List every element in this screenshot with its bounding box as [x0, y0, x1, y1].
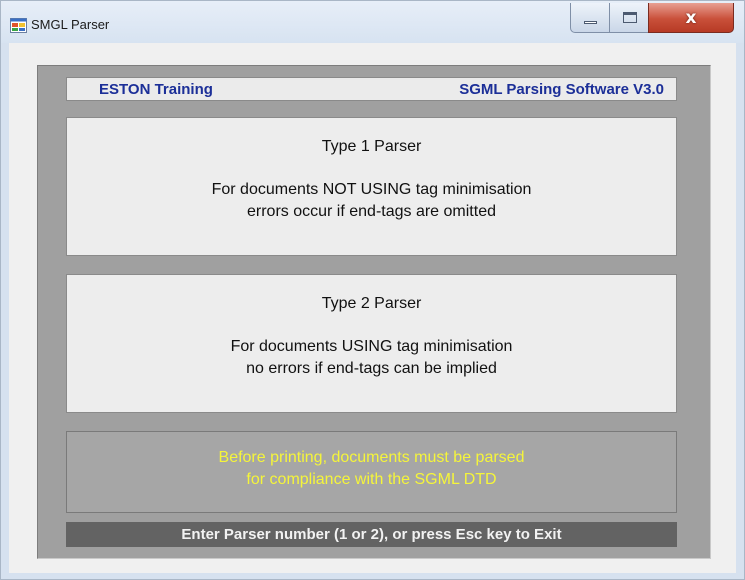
header-bar: ESTON Training SGML Parsing Software V3.… — [66, 77, 677, 101]
main-panel: ESTON Training SGML Parsing Software V3.… — [37, 65, 711, 559]
close-button[interactable]: x — [648, 3, 734, 33]
software-version: SGML Parsing Software V3.0 — [459, 81, 664, 98]
minimize-button[interactable] — [570, 3, 610, 33]
company-name: ESTON Training — [99, 81, 213, 98]
parser-description: errors occur if end-tags are omitted — [247, 203, 496, 220]
maximize-icon — [623, 12, 637, 23]
close-icon: x — [685, 8, 697, 28]
notice-line: for compliance with the SGML DTD — [246, 471, 497, 488]
parser-title: Type 1 Parser — [321, 138, 422, 155]
parser-description: For documents USING tag minimisation — [230, 338, 513, 355]
parser-option-type-2: Type 2 Parser For documents USING tag mi… — [66, 274, 677, 413]
app-window-icon — [10, 18, 27, 33]
compliance-notice: Before printing, documents must be parse… — [66, 431, 677, 513]
client-area: ESTON Training SGML Parsing Software V3.… — [9, 43, 736, 573]
window-frame-bottom — [1, 573, 744, 579]
notice-line: Before printing, documents must be parse… — [218, 449, 525, 466]
minimize-icon — [584, 21, 597, 24]
maximize-button[interactable] — [609, 3, 649, 33]
parser-title: Type 2 Parser — [321, 295, 422, 312]
window-frame-left — [1, 43, 9, 573]
parser-description: no errors if end-tags can be implied — [246, 360, 497, 377]
title-bar[interactable]: SMGL Parser x — [1, 1, 744, 43]
window-title: SMGL Parser — [31, 17, 110, 32]
input-prompt: Enter Parser number (1 or 2), or press E… — [66, 522, 677, 547]
window-frame-right — [736, 43, 744, 573]
parser-option-type-1: Type 1 Parser For documents NOT USING ta… — [66, 117, 677, 256]
app-window: SMGL Parser x ESTON Training SGML Parsin… — [0, 0, 745, 580]
parser-description: For documents NOT USING tag minimisation — [211, 181, 532, 198]
